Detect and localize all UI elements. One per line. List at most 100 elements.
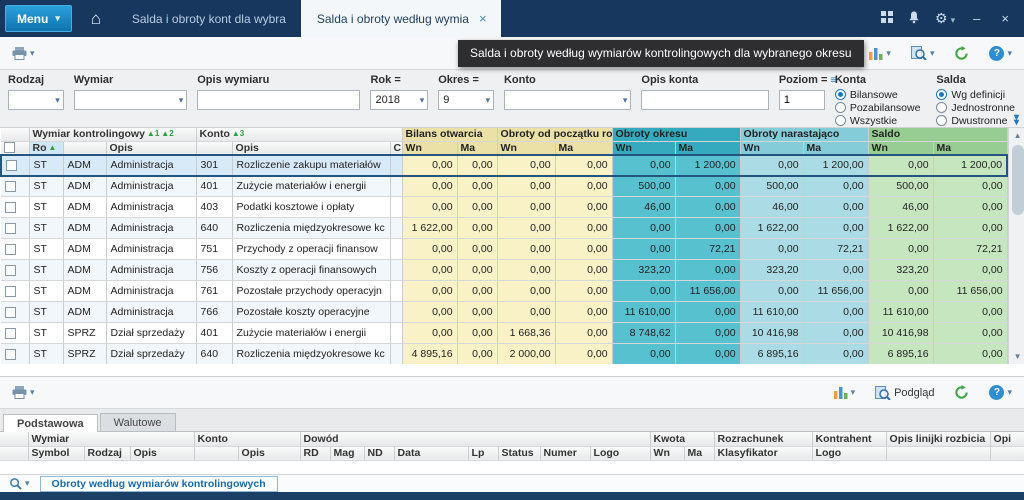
cell[interactable]: Rozliczenia międzyokresowe kc bbox=[232, 218, 390, 239]
column-group-header[interactable] bbox=[1, 128, 29, 141]
column-group-header[interactable]: Opi bbox=[990, 432, 1024, 446]
table-row[interactable]: STADMAdministracja640Rozliczenia międzyo… bbox=[1, 218, 1007, 239]
print-button[interactable]: ▾ bbox=[9, 45, 38, 62]
column-group-header[interactable]: Opis linijki rozbicia bbox=[886, 432, 990, 446]
cell[interactable]: 0,00 bbox=[457, 281, 497, 302]
scroll-up-icon[interactable]: ▲ bbox=[1014, 128, 1022, 143]
select-all-header[interactable] bbox=[1, 141, 29, 155]
cell[interactable]: 500,00 bbox=[740, 176, 803, 197]
column-header[interactable] bbox=[196, 141, 232, 155]
cell[interactable]: 72,21 bbox=[803, 239, 868, 260]
cell[interactable]: ST bbox=[29, 218, 63, 239]
cell[interactable]: 0,00 bbox=[402, 239, 457, 260]
cell[interactable]: 0,00 bbox=[555, 281, 612, 302]
print-button-bottom[interactable]: ▾ bbox=[9, 384, 38, 401]
cell[interactable] bbox=[390, 218, 402, 239]
column-header[interactable]: C bbox=[390, 141, 402, 155]
cell[interactable]: ST bbox=[29, 323, 63, 344]
column-header[interactable]: Symbol bbox=[28, 446, 84, 460]
row-select-cell[interactable] bbox=[1, 197, 29, 218]
cell[interactable]: 8 748,62 bbox=[612, 323, 675, 344]
cell[interactable]: 323,20 bbox=[868, 260, 933, 281]
cell[interactable]: 0,00 bbox=[868, 155, 933, 176]
cell[interactable]: 0,00 bbox=[402, 260, 457, 281]
cell[interactable]: 1 200,00 bbox=[803, 155, 868, 176]
cell[interactable]: 0,00 bbox=[675, 344, 740, 365]
row-select-cell[interactable] bbox=[1, 155, 29, 176]
cell[interactable]: 0,00 bbox=[457, 302, 497, 323]
cell[interactable]: 11 656,00 bbox=[933, 281, 1007, 302]
cell[interactable]: 1 622,00 bbox=[868, 218, 933, 239]
cell[interactable] bbox=[390, 302, 402, 323]
cell[interactable]: 0,00 bbox=[555, 344, 612, 365]
cell[interactable]: 46,00 bbox=[868, 197, 933, 218]
cell[interactable]: Pozostałe koszty operacyjne bbox=[232, 302, 390, 323]
cell[interactable]: 301 bbox=[196, 155, 232, 176]
cell[interactable]: 0,00 bbox=[740, 155, 803, 176]
dock-tab-obroty[interactable]: Obroty według wymiarów kontrolingowych bbox=[40, 476, 278, 492]
cell[interactable]: 0,00 bbox=[933, 218, 1007, 239]
cell[interactable]: 0,00 bbox=[612, 281, 675, 302]
cell[interactable]: 0,00 bbox=[933, 344, 1007, 365]
cell[interactable]: 0,00 bbox=[402, 281, 457, 302]
cell[interactable]: 0,00 bbox=[555, 260, 612, 281]
table-row[interactable]: STADMAdministracja301Rozliczenie zakupu … bbox=[1, 155, 1007, 176]
minimize-button[interactable]: – bbox=[970, 11, 983, 26]
cell[interactable] bbox=[390, 176, 402, 197]
column-header[interactable]: RD bbox=[300, 446, 330, 460]
wymiar-select[interactable]: ▾ bbox=[74, 90, 187, 110]
cell[interactable]: 0,00 bbox=[868, 239, 933, 260]
row-select-cell[interactable] bbox=[1, 260, 29, 281]
cell[interactable]: 0,00 bbox=[933, 302, 1007, 323]
column-header[interactable]: Ma bbox=[933, 141, 1007, 155]
column-header[interactable]: Lp bbox=[468, 446, 498, 460]
column-group-header[interactable]: Obroty narastająco bbox=[740, 128, 868, 141]
cell[interactable]: ST bbox=[29, 176, 63, 197]
cell[interactable]: 0,00 bbox=[675, 176, 740, 197]
cell[interactable] bbox=[390, 260, 402, 281]
cell[interactable]: 0,00 bbox=[803, 218, 868, 239]
refresh-button[interactable] bbox=[951, 44, 972, 63]
cell[interactable]: Pozostałe przychody operacyjn bbox=[232, 281, 390, 302]
cell[interactable]: 0,00 bbox=[402, 155, 457, 176]
home-button[interactable]: ⌂ bbox=[76, 0, 116, 37]
column-group-header[interactable]: Kwota bbox=[650, 432, 714, 446]
cell[interactable]: ST bbox=[29, 260, 63, 281]
cell[interactable]: 0,00 bbox=[868, 281, 933, 302]
cell[interactable] bbox=[390, 344, 402, 365]
cell[interactable]: ST bbox=[29, 197, 63, 218]
cell[interactable]: 0,00 bbox=[803, 323, 868, 344]
cell[interactable]: 11 656,00 bbox=[803, 281, 868, 302]
row-checkbox[interactable] bbox=[5, 244, 16, 255]
vertical-scrollbar[interactable]: ▲ ▼ bbox=[1008, 128, 1024, 364]
cell[interactable]: 0,00 bbox=[497, 239, 555, 260]
cell[interactable]: 0,00 bbox=[457, 344, 497, 365]
cell[interactable]: 751 bbox=[196, 239, 232, 260]
cell[interactable]: 0,00 bbox=[402, 197, 457, 218]
column-header[interactable]: Ma bbox=[555, 141, 612, 155]
cell[interactable]: 0,00 bbox=[612, 218, 675, 239]
column-header[interactable]: Logo bbox=[812, 446, 886, 460]
cell[interactable]: 0,00 bbox=[497, 281, 555, 302]
row-checkbox[interactable] bbox=[5, 202, 16, 213]
cell[interactable]: ADM bbox=[63, 155, 106, 176]
column-group-header[interactable]: Konto▲3 bbox=[196, 128, 402, 141]
cell[interactable]: Administracja bbox=[106, 197, 196, 218]
cell[interactable] bbox=[390, 155, 402, 176]
apps-grid-icon[interactable] bbox=[881, 11, 893, 26]
column-header[interactable]: Wn bbox=[740, 141, 803, 155]
cell[interactable]: Administracja bbox=[106, 218, 196, 239]
chart-button[interactable]: ▾ bbox=[866, 45, 894, 62]
column-header[interactable]: Wn bbox=[650, 446, 684, 460]
cell[interactable]: 0,00 bbox=[740, 281, 803, 302]
cell[interactable]: 0,00 bbox=[402, 302, 457, 323]
cell[interactable]: Administracja bbox=[106, 302, 196, 323]
cell[interactable]: 1 622,00 bbox=[402, 218, 457, 239]
cell[interactable]: 0,00 bbox=[457, 323, 497, 344]
cell[interactable]: 1 200,00 bbox=[933, 155, 1007, 176]
row-checkbox[interactable] bbox=[5, 328, 16, 339]
column-header[interactable]: Logo bbox=[590, 446, 650, 460]
cell[interactable]: 0,00 bbox=[555, 323, 612, 344]
cell[interactable]: 72,21 bbox=[933, 239, 1007, 260]
help-button-bottom[interactable]: ? ▾ bbox=[986, 383, 1015, 402]
